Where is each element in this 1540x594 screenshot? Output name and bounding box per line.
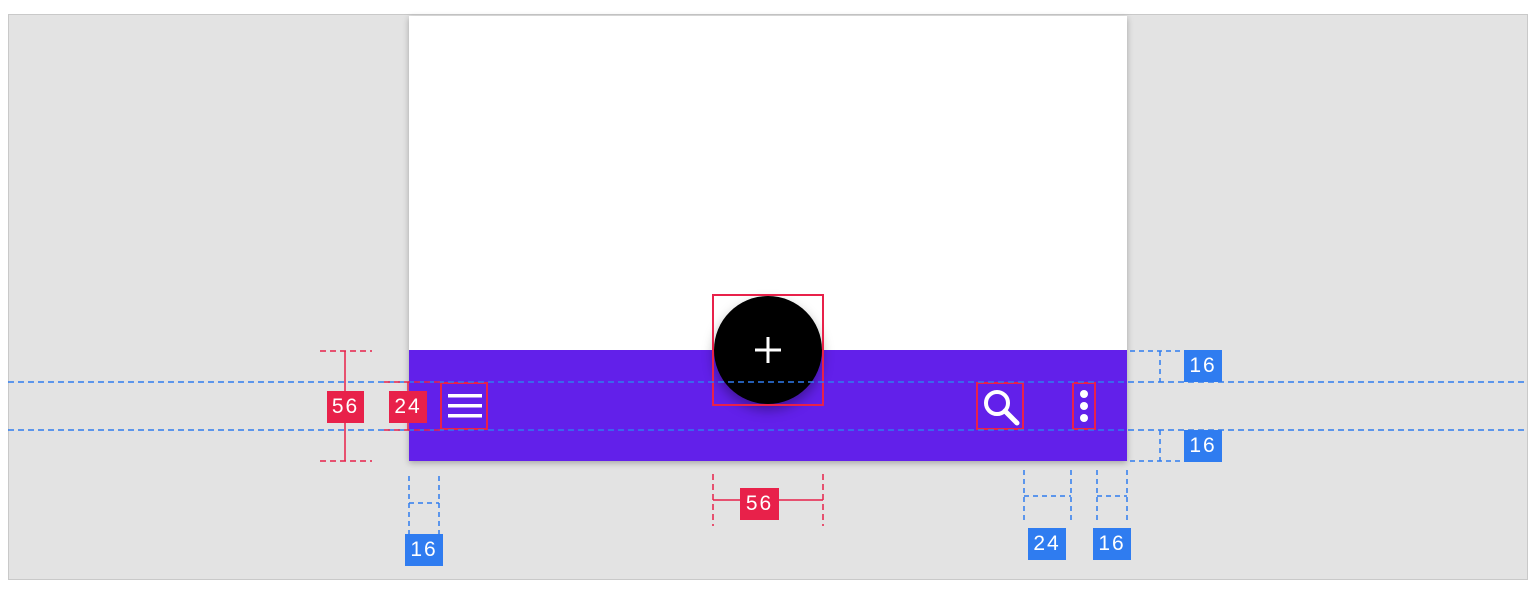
fab-width-label: 56 [740, 488, 779, 520]
bar-height-label: 56 [327, 391, 364, 423]
search-icon-size-label: 24 [1028, 528, 1066, 560]
bottom-padding-label: 16 [1184, 430, 1222, 462]
search-icon-size-spec [1023, 470, 1072, 524]
left-margin-label: 16 [405, 534, 443, 566]
top-padding-spec [1130, 350, 1186, 382]
right-margin-label: 16 [1093, 528, 1131, 560]
nav-icon-size-label: 24 [389, 391, 427, 423]
left-margin-spec [408, 476, 440, 534]
bottom-padding-spec [1130, 430, 1186, 462]
right-margin-spec [1096, 470, 1128, 524]
top-padding-label: 16 [1184, 350, 1222, 382]
